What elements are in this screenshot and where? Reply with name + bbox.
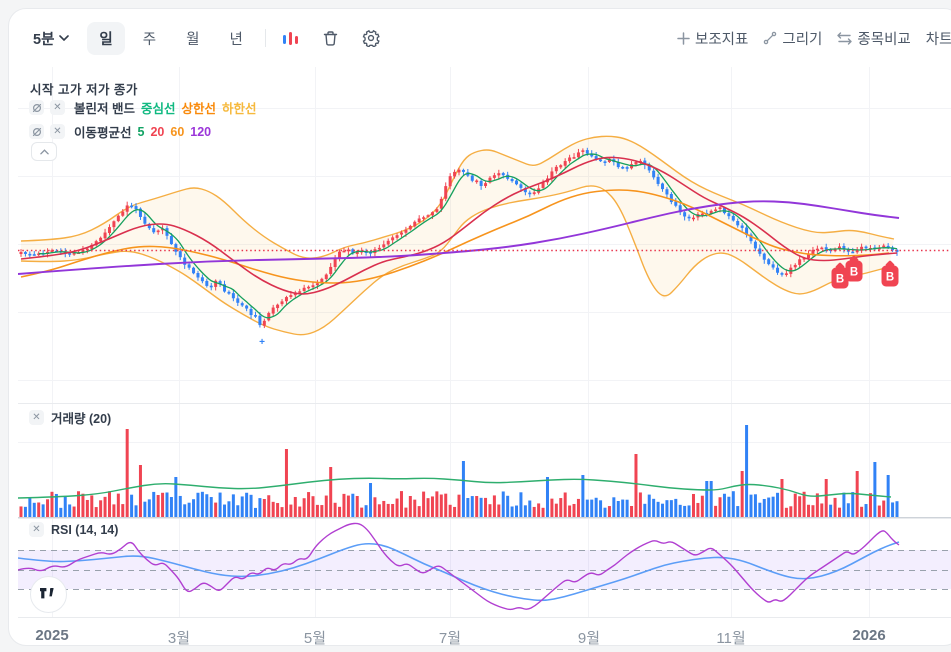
chevron-up-icon <box>40 149 49 155</box>
axis-label: 5월 <box>304 627 326 648</box>
candle-chart-icon[interactable] <box>280 27 302 49</box>
axis-label: 3월 <box>168 627 190 648</box>
tab-month[interactable]: 월 <box>174 22 211 55</box>
toolbar: 5분 일 주 월 년 <box>33 23 382 53</box>
ma-legend-title: 이동평균선 <box>74 122 132 141</box>
axis-label: 11월 <box>716 627 745 648</box>
plus-icon <box>677 32 690 45</box>
bollinger-legend-title: 볼린저 밴드 <box>74 98 135 117</box>
chart-settings-button[interactable]: 차트 <box>926 28 951 49</box>
bollinger-lower-label: 하한선 <box>222 98 257 117</box>
svg-text:B: B <box>836 274 844 286</box>
chart-card: 5분 일 주 월 년 <box>8 8 951 646</box>
close-icon[interactable]: ✕ <box>50 124 65 139</box>
tradingview-mark <box>40 588 57 601</box>
close-icon[interactable]: ✕ <box>29 522 44 537</box>
hide-indicator-icon[interactable] <box>29 124 44 139</box>
ohlc-legend: 시작 고가 저가 종가 <box>30 79 138 98</box>
toolbar-right: 보조지표 그리기 종목비교 차트 <box>677 23 951 53</box>
svg-text:B: B <box>886 272 894 284</box>
ma120-label: 120 <box>190 125 211 139</box>
bollinger-legend-row: ✕ 볼린저 밴드 중심선 상한선 하한선 <box>29 98 257 117</box>
svg-text:B: B <box>850 267 858 279</box>
tab-week[interactable]: 주 <box>131 22 168 55</box>
draw-label: 그리기 <box>782 28 822 49</box>
period-tabs: 일 주 월 년 <box>87 22 254 55</box>
toolbar-divider <box>265 29 266 47</box>
add-indicator-label: 보조지표 <box>695 28 748 49</box>
tab-day[interactable]: 일 <box>87 22 124 55</box>
close-icon[interactable]: ✕ <box>29 410 44 425</box>
chart-settings-label: 차트 <box>926 28 951 49</box>
bollinger-upper-label: 상한선 <box>182 98 217 117</box>
tab-year[interactable]: 년 <box>217 22 254 55</box>
rsi-legend-label: RSI (14, 14) <box>51 523 118 537</box>
compare-label: 종목비교 <box>857 28 910 49</box>
ma60-label: 60 <box>170 125 184 139</box>
ma5-label: 5 <box>138 125 145 139</box>
rsi-legend-row: ✕ RSI (14, 14) <box>29 522 118 537</box>
volume-legend-label: 거래량 (20) <box>51 408 111 427</box>
axis-label: 2026 <box>852 627 885 644</box>
svg-text:+: + <box>259 337 265 348</box>
interval-label: 5분 <box>33 28 54 49</box>
chart-canvas[interactable]: +BBB <box>18 65 951 625</box>
add-indicator-button[interactable]: 보조지표 <box>677 28 748 49</box>
trendline-icon <box>763 31 777 45</box>
compare-arrows-icon <box>837 32 852 45</box>
hide-indicator-icon[interactable] <box>29 100 44 115</box>
chevron-down-icon <box>59 35 69 41</box>
trash-icon[interactable] <box>320 27 342 49</box>
bollinger-mid-label: 중심선 <box>141 98 176 117</box>
volume-legend-row: ✕ 거래량 (20) <box>29 408 111 427</box>
axis-label: 9월 <box>578 627 600 648</box>
time-axis[interactable]: 20253월5월7월9월11월20266 <box>18 627 951 649</box>
draw-button[interactable]: 그리기 <box>763 28 822 49</box>
tradingview-logo[interactable] <box>30 576 67 613</box>
axis-label: 7월 <box>439 627 461 648</box>
axis-label: 2025 <box>35 627 68 644</box>
toolbar-icon-group <box>280 27 382 49</box>
compare-button[interactable]: 종목비교 <box>837 28 910 49</box>
ma-legend-row: ✕ 이동평균선 5 20 60 120 <box>29 122 211 141</box>
interval-dropdown[interactable]: 5분 <box>33 28 69 49</box>
gear-icon[interactable] <box>360 27 382 49</box>
ma20-label: 20 <box>150 125 164 139</box>
close-icon[interactable]: ✕ <box>50 100 65 115</box>
collapse-legend-button[interactable] <box>31 142 57 161</box>
